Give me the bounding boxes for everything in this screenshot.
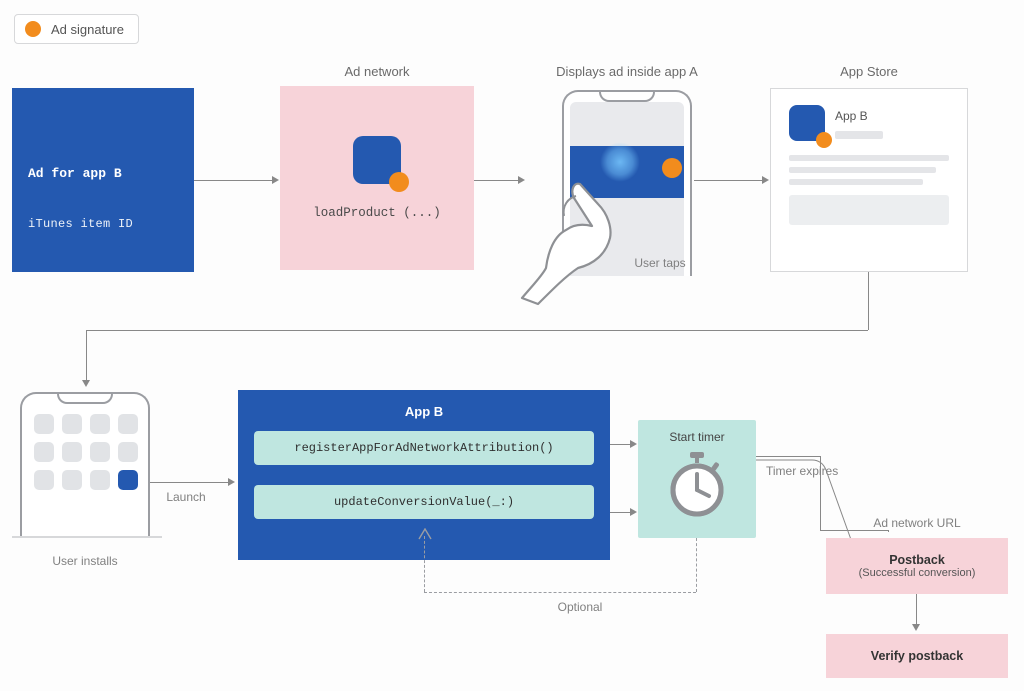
arrow-head-5 [228,478,235,486]
phone-notch-icon [57,394,113,404]
placeholder-block [789,195,949,225]
connector-line [86,330,868,331]
label-user-installs: User installs [20,554,150,568]
label-displays-ad: Displays ad inside app A [522,64,732,79]
panel-verify-postback: Verify postback [826,634,1008,678]
dashed-line [424,592,696,593]
arrow-head-3 [762,176,769,184]
dashed-line [696,538,697,592]
arrow-line-6 [610,444,632,445]
arrow-head-7 [630,508,637,516]
surface-line [12,536,162,538]
method-register: registerAppForAdNetworkAttribution() [254,431,594,465]
panel-app-store: App B [770,88,968,272]
store-app-icon [789,105,825,141]
panel-start-timer: Start timer [638,420,756,538]
ad-signature-dot-icon [662,158,682,178]
phone-notch-icon [599,92,655,102]
postback-subtitle: (Successful conversion) [859,567,976,579]
arrow-head-1 [272,176,279,184]
legend-label: Ad signature [51,22,124,37]
app-b-title: App B [254,404,594,419]
installed-app-b-icon [118,470,138,490]
load-product-method: loadProduct (...) [313,206,441,220]
label-timer-expires: Timer expires [766,464,866,478]
placeholder-line [789,155,949,161]
connector-line [86,330,87,382]
arrow-line-9 [916,594,917,626]
label-ad-network-url: Ad network URL [826,516,1008,530]
arrow-line-5 [150,482,230,483]
store-app-name: App B [835,109,949,123]
label-ad-network: Ad network [280,64,474,79]
dashed-line [424,536,425,592]
panel-postback: Postback (Successful conversion) [826,538,1008,594]
ad-title: Ad for app B [28,166,178,181]
ad-signature-dot-icon [816,132,832,148]
panel-ad-for-app-b: Ad for app B iTunes item ID [12,88,194,272]
method-update-conversion: updateConversionValue(_:) [254,485,594,519]
arrow-line-1 [194,180,274,181]
legend-ad-signature: Ad signature [14,14,139,44]
verify-label: Verify postback [871,649,963,663]
panel-ad-network: loadProduct (...) [280,86,474,270]
label-app-store: App Store [770,64,968,79]
label-optional: Optional [520,600,640,614]
postback-title: Postback [889,553,945,567]
stopwatch-icon [668,452,726,518]
timer-label: Start timer [669,430,724,444]
placeholder-bar [835,131,883,139]
ad-subtitle: iTunes item ID [28,217,178,231]
connector-line [868,272,869,330]
arrow-head-6 [630,440,637,448]
app-b-icon [353,136,401,184]
placeholder-line [789,167,936,173]
ad-signature-dot-icon [389,172,409,192]
arrow-line-3 [694,180,764,181]
hand-tap-icon [514,176,644,306]
label-launch: Launch [156,490,216,504]
ad-signature-dot-icon [25,21,41,37]
arrow-head-4 [82,380,90,387]
arrow-head-9 [912,624,920,631]
placeholder-line [789,179,923,185]
arrow-line-7 [610,512,632,513]
phone-displaying-ad [562,90,692,284]
arrow-head-optional [418,528,432,540]
